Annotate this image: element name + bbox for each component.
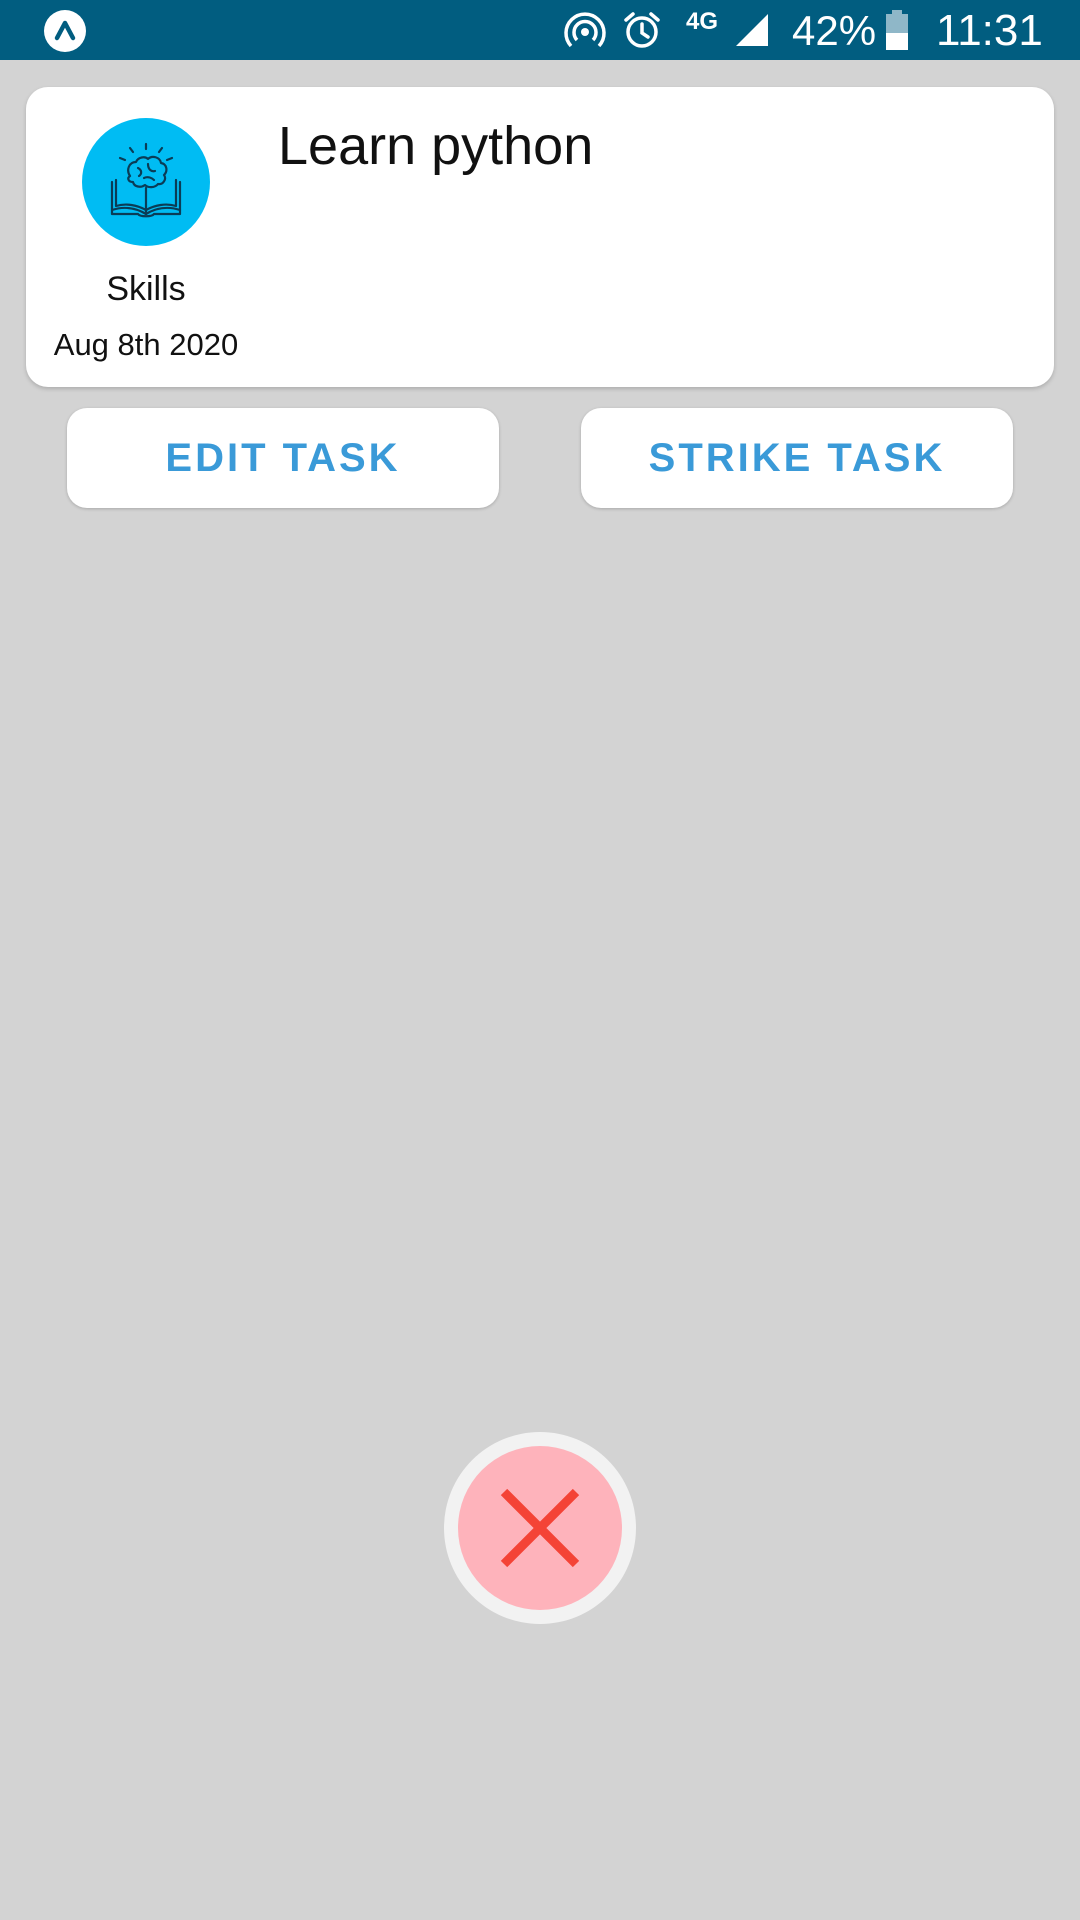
status-bar: 4G 42% 11:31: [0, 0, 1080, 60]
hotspot-icon: [562, 8, 608, 54]
battery-percent: 42%: [792, 7, 877, 54]
task-title: Learn python: [278, 116, 594, 176]
task-date: Aug 8th 2020: [53, 327, 239, 362]
close-button-fill: [458, 1446, 622, 1610]
category-avatar: [82, 118, 210, 246]
close-button[interactable]: [444, 1432, 636, 1624]
app-icon: [44, 10, 86, 52]
alarm-icon: [620, 8, 664, 52]
category-label: Skills: [106, 270, 186, 308]
brain-book-icon: [110, 142, 182, 218]
clock: 11:31: [936, 6, 1043, 55]
edit-task-button[interactable]: EDIT TASK: [67, 408, 499, 508]
close-icon: [500, 1488, 580, 1568]
signal-icon: [734, 12, 770, 48]
network-type: 4G: [686, 8, 719, 35]
strike-task-button[interactable]: STRIKE TASK: [581, 408, 1013, 508]
task-card[interactable]: Skills Aug 8th 2020 Learn python: [26, 87, 1054, 387]
battery-icon: [886, 10, 908, 50]
